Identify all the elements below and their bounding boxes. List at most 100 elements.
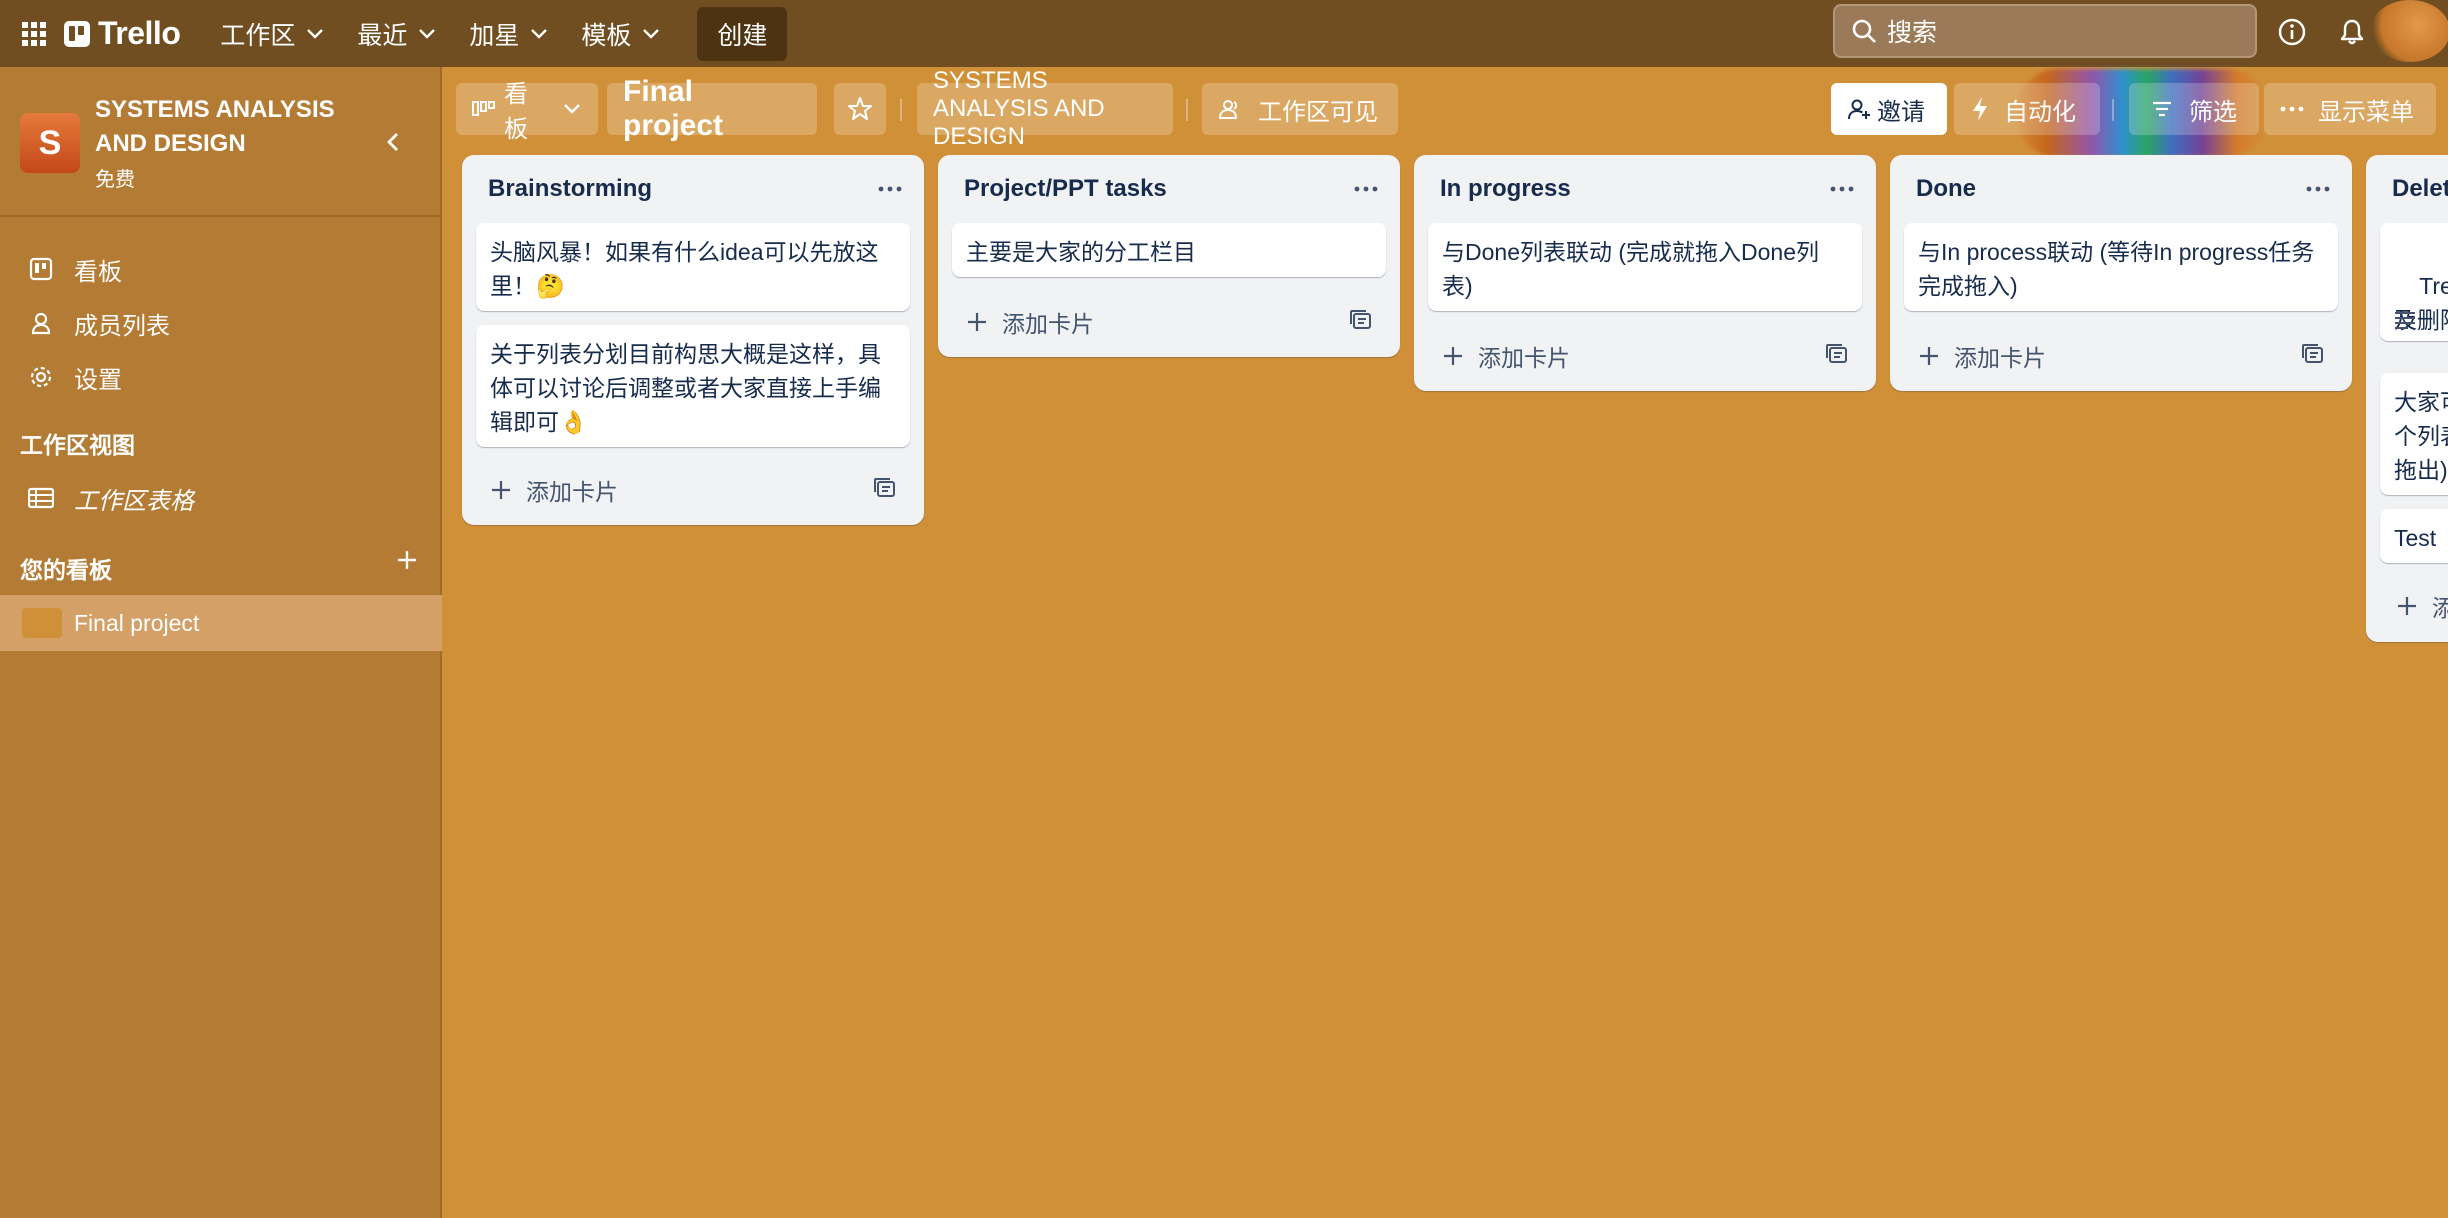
sidebar-item-label: 看板 [74,258,122,286]
top-navigation-bar: Trello 工作区 最近 加星 模板 创建 搜索 [0,0,2448,67]
chevron-down-icon [307,28,324,39]
workspace-header: S SYSTEMS ANALYSIS AND DESIGN 免费 [0,67,440,217]
workspace-plan-label: 免费 [95,169,135,191]
card[interactable]: 与In process联动 (等待In progress任务完成拖入) [1904,223,2338,311]
card[interactable]: Test [2380,509,2448,563]
list-done[interactable]: Done 与In process联动 (等待In progress任务完成拖入)… [1890,155,2352,391]
card[interactable]: 关于列表分划目前构思大概是这样，具体可以讨论后调整或者大家直接上手编辑即可👌 [476,325,910,447]
list-title[interactable]: Done [1916,175,1976,203]
search-icon [1852,19,1876,43]
create-button[interactable]: 创建 [697,6,788,61]
more-horizontal-icon [878,186,902,192]
board-title[interactable]: Final project [607,75,817,142]
sidebar-item-label: 工作区表格 [74,487,194,515]
board-view-icon [472,101,495,116]
card[interactable]: Trello 及删除 [2380,223,2448,341]
notifications-bell-icon[interactable] [2334,14,2370,50]
create-from-template-icon[interactable] [872,475,898,501]
workspace-sidebar: S SYSTEMS ANALYSIS AND DESIGN 免费 看板 成员列表… [0,67,442,1218]
chevron-down-icon [531,28,548,39]
sidebar-board-final-project[interactable]: Final project [0,595,442,651]
workspace-name-button[interactable]: SYSTEMS ANALYSIS AND DESIGN [917,67,1173,150]
list-title[interactable]: In progress [1440,175,1571,203]
visibility-button[interactable]: 工作区可见 [1202,83,1398,135]
workspace-views-heading: 工作区视图 [20,432,135,458]
filter-icon [2153,101,2171,117]
sidebar-item-settings[interactable]: 设置 [0,351,442,403]
app-switcher-icon[interactable] [16,16,52,52]
header-divider [1186,99,1188,121]
plus-icon [2398,597,2416,615]
nav-templates-dropdown[interactable]: 模板 [565,8,677,60]
collapse-sidebar-button[interactable] [378,127,408,157]
search-placeholder: 搜索 [1887,19,1938,47]
show-menu-button[interactable]: 显示菜单 [2264,83,2436,135]
add-board-button[interactable] [392,545,422,575]
add-person-icon [1848,99,1870,120]
list-brainstorming[interactable]: Brainstorming 头脑风暴！如果有什么idea可以先放这里！🤔 关于列… [462,155,924,525]
gear-icon [28,364,54,390]
trello-logo[interactable]: Trello [64,15,181,52]
logo-text: Trello [98,15,181,51]
card[interactable]: 大家可 个列表 拖出) [2380,373,2448,495]
list-in-progress[interactable]: In progress 与Done列表联动 (完成就拖入Done列表) 添加卡片 [1414,155,1876,391]
list-actions-button[interactable] [2302,173,2334,205]
nav-recent-dropdown[interactable]: 最近 [341,8,453,60]
nav-starred-dropdown[interactable]: 加星 [453,8,565,60]
add-card-label: 添加卡片 [1954,345,2046,371]
search-input[interactable]: 搜索 [1833,4,2257,58]
workspace-name[interactable]: SYSTEMS ANALYSIS AND DESIGN [95,93,385,161]
create-from-template-icon[interactable] [1824,341,1850,367]
add-card-button[interactable]: 添加卡片 [490,473,618,507]
create-from-template-icon[interactable] [1348,307,1374,333]
star-board-button[interactable] [834,83,886,135]
more-horizontal-icon [1354,186,1378,192]
more-horizontal-icon [2306,186,2330,192]
more-horizontal-icon [2280,106,2304,112]
add-card-button[interactable]: 添加卡片 [1918,339,2046,373]
user-avatar[interactable] [2370,0,2448,62]
plus-icon [968,313,986,331]
list-actions-button[interactable] [1350,173,1382,205]
sidebar-item-label: 成员列表 [74,312,170,340]
show-menu-label: 显示菜单 [2318,98,2414,126]
list-actions-button[interactable] [874,173,906,205]
sidebar-item-workspace-table[interactable]: 工作区表格 [0,472,442,524]
add-card-button[interactable]: 添加卡片 [1442,339,1570,373]
nav-workspaces-dropdown[interactable]: 工作区 [204,8,341,60]
list-title[interactable]: Brainstorming [488,175,652,203]
board-header: 看板 Final project SYSTEMS ANALYSIS AND DE… [442,67,2448,157]
board-color-swatch [22,608,62,638]
add-card-label: 添加卡片 [1478,345,1570,371]
list-title[interactable]: Project/PPT tasks [964,175,1167,203]
list-project-ppt-tasks[interactable]: Project/PPT tasks 主要是大家的分工栏目 添加卡片 [938,155,1400,357]
workspace-avatar: S [20,113,80,173]
lightning-icon [1973,97,1987,121]
list-delete-partial[interactable]: Delet Trello 及删除 大家可 个列表 拖出) Test 添 [2366,155,2448,642]
invite-button[interactable]: 邀请 [1831,83,1947,135]
header-divider [2112,99,2114,121]
list-actions-button[interactable] [1826,173,1858,205]
board-title-text: Final project [623,75,724,142]
sidebar-item-boards[interactable]: 看板 [0,243,442,295]
create-from-template-icon[interactable] [2300,341,2326,367]
sidebar-item-members[interactable]: 成员列表 [0,297,442,349]
card[interactable]: 与Done列表联动 (完成就拖入Done列表) [1428,223,1862,311]
view-switcher-button[interactable]: 看板 [456,81,598,143]
automation-button[interactable]: 自动化 [1954,83,2100,135]
add-card-label: 添加卡片 [1002,311,1094,337]
card[interactable]: 头脑风暴！如果有什么idea可以先放这里！🤔 [476,223,910,311]
plus-icon [492,481,510,499]
info-icon[interactable] [2274,14,2310,50]
add-card-button[interactable]: 添加卡片 [966,305,1094,339]
sidebar-board-label: Final project [74,609,200,636]
star-icon [848,97,872,120]
table-icon [28,485,54,511]
your-boards-heading: 您的看板 [20,557,112,583]
add-card-button[interactable]: 添 [2396,589,2448,623]
list-title[interactable]: Delet [2392,175,2448,203]
filter-button[interactable]: 筛选 [2129,83,2259,135]
visibility-label: 工作区可见 [1258,98,1378,126]
card[interactable]: 主要是大家的分工栏目 [952,223,1386,277]
sidebar-item-label: 设置 [74,366,122,394]
